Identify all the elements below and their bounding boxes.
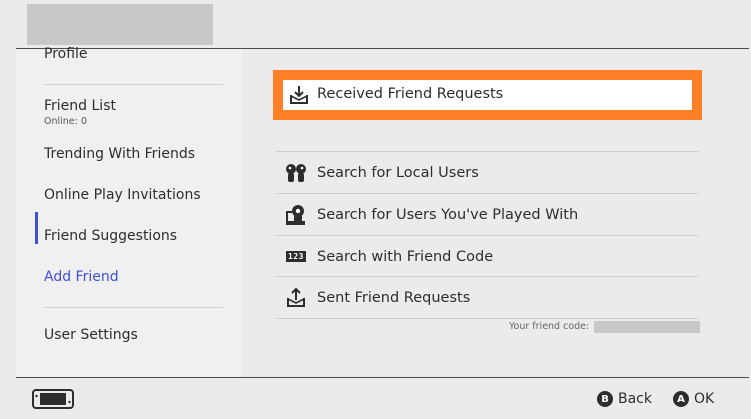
list-divider bbox=[276, 318, 699, 319]
console-icon bbox=[32, 389, 74, 409]
sidebar-item-profile[interactable]: Profile bbox=[44, 46, 88, 62]
sidebar-item-user-settings[interactable]: User Settings bbox=[44, 327, 138, 343]
search-played-with-button[interactable]: Search for Users You've Played With bbox=[276, 194, 699, 235]
local-users-icon bbox=[284, 161, 308, 185]
search-local-users-button[interactable]: Search for Local Users bbox=[276, 152, 699, 193]
sent-friend-requests-button[interactable]: Sent Friend Requests bbox=[276, 277, 699, 318]
search-played-with-label: Search for Users You've Played With bbox=[317, 206, 579, 223]
sidebar-item-add-friend[interactable]: Add Friend bbox=[44, 269, 119, 285]
back-label: Back bbox=[618, 391, 652, 407]
ok-button[interactable]: A OK bbox=[673, 388, 714, 410]
b-button-icon: B bbox=[597, 391, 613, 407]
redacted-user-header bbox=[27, 4, 213, 45]
friend-code-icon: 123 bbox=[286, 251, 306, 262]
sidebar-divider bbox=[44, 84, 223, 85]
search-friend-code-button[interactable]: 123 Search with Friend Code bbox=[276, 236, 699, 277]
inbox-download-icon bbox=[290, 86, 308, 104]
outbox-upload-icon bbox=[284, 286, 308, 310]
a-button-icon: A bbox=[673, 391, 689, 407]
sidebar-item-online-play-invitations[interactable]: Online Play Invitations bbox=[44, 187, 201, 203]
back-button[interactable]: B Back bbox=[597, 388, 652, 410]
online-count: Online: 0 bbox=[44, 116, 87, 127]
active-indicator bbox=[35, 212, 38, 244]
received-friend-requests-label: Received Friend Requests bbox=[317, 86, 504, 102]
played-with-icon bbox=[284, 203, 308, 227]
sidebar-item-friend-list[interactable]: Friend List bbox=[44, 98, 116, 114]
search-friend-code-label: Search with Friend Code bbox=[317, 248, 494, 265]
friend-code-label: Your friend code: bbox=[509, 321, 590, 332]
sent-friend-requests-label: Sent Friend Requests bbox=[317, 289, 471, 306]
sidebar-item-friend-suggestions[interactable]: Friend Suggestions bbox=[44, 228, 177, 244]
sidebar-item-trending[interactable]: Trending With Friends bbox=[44, 146, 195, 162]
footer-divider bbox=[16, 377, 749, 378]
sidebar-divider bbox=[44, 307, 223, 308]
friend-code-value-redacted bbox=[594, 321, 700, 333]
search-local-users-label: Search for Local Users bbox=[317, 164, 479, 181]
ok-label: OK bbox=[694, 391, 715, 407]
